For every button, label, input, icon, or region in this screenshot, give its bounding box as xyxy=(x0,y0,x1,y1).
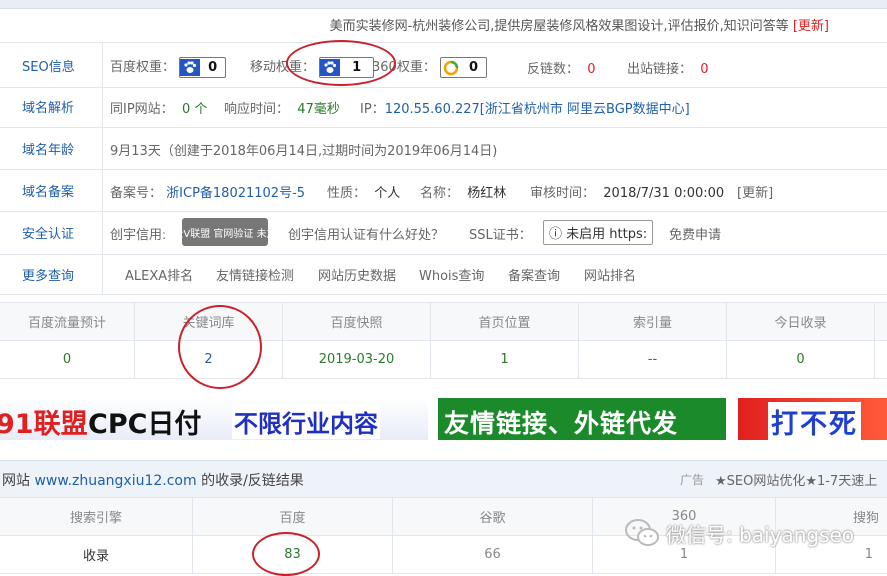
stats-value-spacer xyxy=(875,341,887,379)
index-row-label: 收录 xyxy=(0,536,193,574)
stats-header: 百度流量预计 xyxy=(0,303,135,341)
ip-info: IP：120.55.60.227[浙江省杭州市 阿里云BGP数据中心] xyxy=(360,98,690,117)
link-alexa[interactable]: ALEXA排名 xyxy=(125,265,193,284)
stats-header: 百度快照 xyxy=(283,303,431,341)
index-header: 百度 xyxy=(193,498,393,536)
stats-value: 0 xyxy=(0,341,135,379)
same-ip: 同IP网站： 0 个 xyxy=(110,98,207,117)
baidu-weight: 百度权重： 0 xyxy=(110,56,226,78)
ad-banner-unbeatable[interactable]: 打不死 xyxy=(738,398,887,440)
security-row: 安全认证 创宇信用: 安全V联盟 官网验证 未加入 创宇信用认证有什么好处？ S… xyxy=(0,211,887,255)
stats-header: 今日收录 xyxy=(727,303,875,341)
top-bar xyxy=(0,0,887,9)
dns-row: 域名解析 同IP网站： 0 个 响应时间： 47毫秒 IP：120.55.60.… xyxy=(0,86,887,128)
ssl-label: SSL证书： xyxy=(469,224,532,243)
seo-label: SEO信息 xyxy=(0,43,103,87)
icp-label: 域名备案 xyxy=(0,169,103,211)
stats-value: 1 xyxy=(431,341,579,379)
stats-header-spacer xyxy=(875,303,887,341)
highlight-circle xyxy=(178,305,262,389)
index-header: 谷歌 xyxy=(393,498,593,536)
age-text: 9月13天（创建于2018年06月14日,过期时间为2019年06月14日) xyxy=(110,140,497,159)
icp-update-link[interactable]: [更新] xyxy=(737,182,773,201)
link-site-rank[interactable]: 网站排名 xyxy=(584,265,636,284)
more-row: 更多查询 ALEXA排名 友情链接检测 网站历史数据 Whois查询 备案查询 … xyxy=(0,254,887,295)
highlight-circle xyxy=(286,40,396,86)
ad-link[interactable]: ★SEO网站优化★1-7天速上 xyxy=(715,470,877,489)
ssl-status: ⓘ 未启用 https: xyxy=(543,220,653,245)
stats-value: 0 xyxy=(727,341,875,379)
paw-icon xyxy=(180,59,200,76)
security-label: 安全认证 xyxy=(0,211,103,254)
site-description: 美而实装修网-杭州装修公司,提供房屋装修风格效果图设计,评估报价,知识问答等 [… xyxy=(330,15,829,34)
seal-icon: 安全V联盟 官网验证 未加入 xyxy=(182,218,268,246)
more-label: 更多查询 xyxy=(0,254,103,294)
weight-360-badge[interactable]: 0 xyxy=(440,57,487,78)
response-time: 响应时间： 47毫秒 xyxy=(224,98,340,117)
highlight-circle xyxy=(252,532,320,576)
icp-nature: 性质： 个人 xyxy=(327,182,400,201)
index-section-header: 网站 www.zhuangxiu12.com 的收录/反链结果 广告 ★SEO网… xyxy=(0,460,887,498)
link-icp-query[interactable]: 备案查询 xyxy=(508,265,560,284)
ad-label: 广告 xyxy=(680,471,704,488)
credit-seal[interactable]: 安全V联盟 官网验证 未加入 xyxy=(182,218,268,246)
index-section-title: 网站 www.zhuangxiu12.com 的收录/反链结果 xyxy=(2,470,304,490)
ring-360-icon xyxy=(441,60,461,76)
seo-row: SEO信息 百度权重： 0 移动权重： 1 360权重： 0 反链数： 0 出站… xyxy=(0,42,887,88)
stats-header: 首页位置 xyxy=(431,303,579,341)
icp-time: 审核时间： 2018/7/31 0:00:00 xyxy=(530,182,724,201)
link-friend-links[interactable]: 友情链接检测 xyxy=(216,265,294,284)
wechat-watermark: 微信号: baiyangseo xyxy=(624,518,854,548)
stats-value: -- xyxy=(579,341,727,379)
ad-banner-cpc[interactable]: 91联盟 CPC日付 不限行业内容 xyxy=(0,398,428,440)
stats-header-row: 百度流量预计 关键词库 百度快照 首页位置 索引量 今日收录 xyxy=(0,303,887,341)
age-label: 域名年龄 xyxy=(0,127,103,169)
ssl-free-apply-link[interactable]: 免费申请 xyxy=(669,224,721,243)
credit-label: 创宇信用: xyxy=(110,224,166,243)
index-value: 66 xyxy=(393,536,593,574)
link-whois[interactable]: Whois查询 xyxy=(419,265,484,284)
domain-link[interactable]: www.zhuangxiu12.com xyxy=(34,473,196,489)
wechat-icon xyxy=(624,518,660,548)
icp-name: 名称： 杨红林 xyxy=(420,182,506,201)
update-link[interactable]: [更新] xyxy=(793,19,829,34)
link-history[interactable]: 网站历史数据 xyxy=(318,265,396,284)
credit-link[interactable]: 创宇信用认证有什么好处？ xyxy=(288,224,444,243)
baidu-weight-badge[interactable]: 0 xyxy=(179,57,226,78)
stats-value-link[interactable]: 2019-03-20 xyxy=(283,341,431,379)
ad-banner-friend-links[interactable]: 友情链接、外链代发 xyxy=(438,398,726,440)
icp-row: 域名备案 备案号： 浙ICP备18021102号-5 性质： 个人 名称： 杨红… xyxy=(0,169,887,212)
index-header: 搜索引擎 xyxy=(0,498,193,536)
backlinks: 反链数： 0 xyxy=(527,58,596,77)
age-row: 域名年龄 9月13天（创建于2018年06月14日,过期时间为2019年06月1… xyxy=(0,127,887,170)
stats-table: 百度流量预计 关键词库 百度快照 首页位置 索引量 今日收录 0 2 2019-… xyxy=(0,302,887,379)
stats-value-row: 0 2 2019-03-20 1 -- 0 xyxy=(0,341,887,379)
icp-number: 备案号： 浙ICP备18021102号-5 xyxy=(110,182,305,201)
outlinks: 出站链接： 0 xyxy=(627,58,709,77)
stats-header: 索引量 xyxy=(579,303,727,341)
dns-label: 域名解析 xyxy=(0,86,103,127)
